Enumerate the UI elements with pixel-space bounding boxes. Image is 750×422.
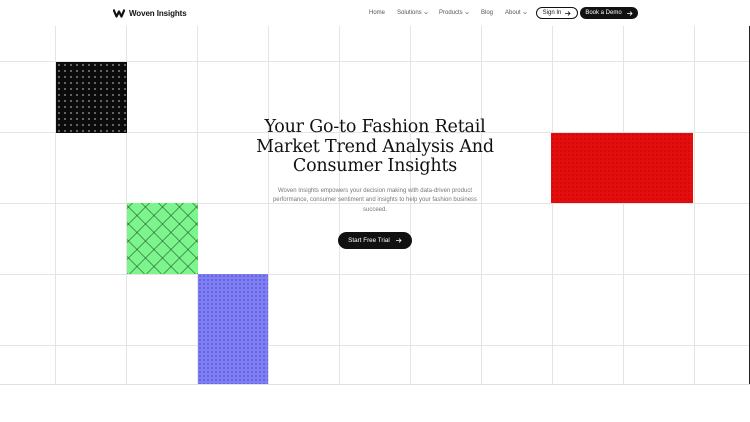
grid-line: [0, 345, 750, 346]
grid-line: [694, 26, 695, 384]
hero-title-line: Market Trend Analysis And: [256, 136, 494, 157]
brand-name: Woven Insights: [129, 8, 187, 18]
grid-line: [0, 274, 750, 275]
nav-home-label: Home: [369, 10, 386, 16]
start-free-trial-button[interactable]: Start Free Trial: [338, 232, 412, 249]
arrow-right-icon: [626, 10, 633, 16]
nav-home[interactable]: Home: [369, 10, 385, 16]
nav-products[interactable]: Products: [439, 10, 469, 16]
hero-title: Your Go-to Fashion Retail Market Trend A…: [225, 117, 525, 177]
sign-in-button[interactable]: Sign In: [536, 7, 578, 19]
red-pattern-tile: [551, 133, 693, 203]
section-divider: [0, 384, 750, 385]
purple-pattern-tile: [198, 274, 268, 384]
hero-title-line: Your Go-to Fashion Retail: [264, 117, 486, 137]
start-free-trial-label: Start Free Trial: [348, 237, 390, 244]
nav-solutions[interactable]: Solutions: [397, 10, 428, 16]
chevron-down-icon: [522, 11, 527, 15]
black-pattern-tile: [56, 62, 127, 133]
arrow-right-icon: [565, 10, 571, 16]
book-demo-label: Book a Demo: [585, 10, 622, 16]
book-demo-button[interactable]: Book a Demo: [580, 7, 638, 19]
nav-blog[interactable]: Blog: [481, 10, 493, 16]
hero-section: Your Go-to Fashion Retail Market Trend A…: [225, 117, 525, 215]
chevron-down-icon: [423, 11, 428, 15]
nav-solutions-label: Solutions: [397, 10, 422, 16]
nav-about-label: About: [505, 10, 521, 16]
nav-products-label: Products: [439, 10, 463, 16]
hero-title-line: Consumer Insights: [292, 156, 458, 176]
woven-logo-icon: [113, 9, 125, 18]
nav-blog-label: Blog: [481, 10, 494, 16]
chevron-down-icon: [464, 11, 469, 15]
hero-description: Woven Insights empowers your decision ma…: [272, 187, 478, 213]
green-pattern-tile: [127, 203, 198, 274]
sign-in-label: Sign In: [542, 10, 562, 16]
grid-line: [552, 26, 553, 384]
nav-about[interactable]: About: [505, 10, 527, 16]
top-navigation: Woven Insights Home Solutions Products B…: [0, 0, 750, 26]
brand-logo[interactable]: Woven Insights: [113, 8, 187, 18]
arrow-right-icon: [395, 238, 402, 243]
grid-line: [623, 26, 624, 384]
